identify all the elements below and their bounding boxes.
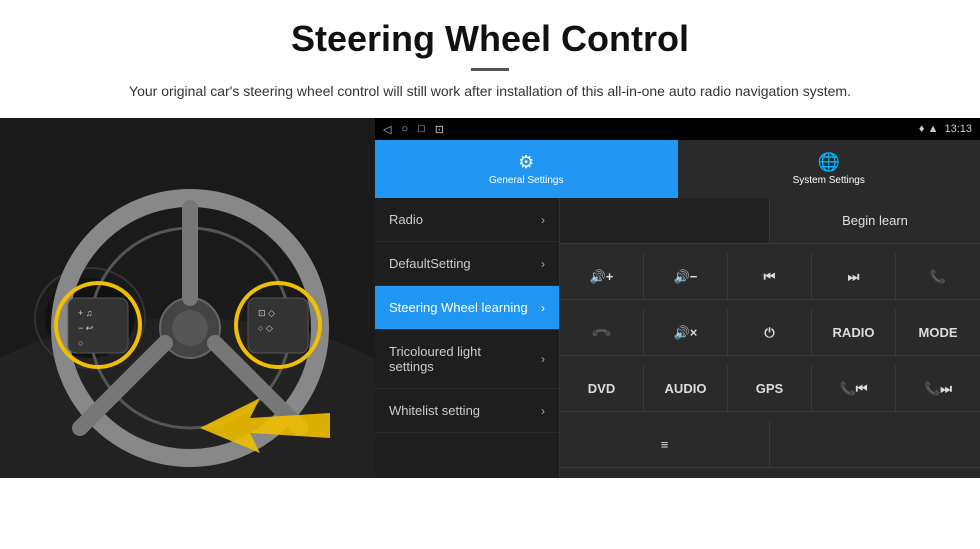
prev-icon: ⏮ [764,269,776,285]
chevron-right-icon: › [541,301,545,315]
recents-icon[interactable]: □ [418,123,425,135]
divider [471,68,509,71]
hangup-button[interactable]: 📞 [560,310,644,355]
back-icon[interactable]: ◁ [383,123,391,136]
tab-system-settings[interactable]: 🌐 System Settings [678,140,980,198]
phone-prev-button[interactable]: 📞⏮ [812,366,896,411]
begin-learn-button[interactable]: Begin learn [770,198,980,243]
settings-main: Radio › DefaultSetting › Steering Wheel … [375,198,980,478]
signal-icon: ♦ ▲ [919,123,939,135]
svg-text:○: ○ [78,338,83,348]
car-image-area: ● + ♫ − ↩ ○ ⊡ ◇ ○ ◇ [0,118,375,478]
tab-general-settings[interactable]: ⚙ General Settings [375,140,678,198]
svg-text:− ↩: − ↩ [78,323,94,333]
call-button[interactable]: 📞 [896,254,980,299]
status-bar-left: ◁ ○ □ ⊡ [383,123,444,136]
control-row-1: Begin learn [560,198,980,244]
status-bar: ◁ ○ □ ⊡ ♦ ▲ 13:13 [375,118,980,140]
right-control-panel: Begin learn 🔊+ 🔊− ⏮ ⏭ [560,198,980,478]
tab-system-label: System Settings [793,175,865,186]
key-input-empty [560,198,770,243]
control-row-5: ≡ [560,422,980,468]
power-icon: ⏻ [764,325,774,341]
dvd-label: DVD [588,381,615,396]
mode-label: MODE [919,325,958,340]
menu-label-default: DefaultSetting [389,256,471,271]
steering-wheel-svg: ● + ♫ − ↩ ○ ⊡ ◇ ○ ◇ [0,118,375,478]
home-icon[interactable]: ○ [401,123,408,135]
control-row-3: 📞 🔊× ⏻ RADIO MODE [560,310,980,356]
audio-label: AUDIO [665,381,707,396]
chevron-right-icon: › [541,257,545,271]
status-bar-right: ♦ ▲ 13:13 [919,123,972,135]
screenshot-icon[interactable]: ⊡ [435,123,444,136]
phone-prev-icon: 📞⏮ [840,381,868,397]
vol-down-icon: 🔊− [674,269,698,285]
menu-item-radio[interactable]: Radio › [375,198,559,242]
gps-button[interactable]: GPS [728,366,812,411]
page-title: Steering Wheel Control [60,18,920,60]
android-panel: ◁ ○ □ ⊡ ♦ ▲ 13:13 ⚙ General Settings 🌐 S… [375,118,980,478]
hangup-icon: 📞 [590,321,613,344]
gear-icon: ⚙ [518,152,534,173]
control-row-4: DVD AUDIO GPS 📞⏮ 📞⏭ [560,366,980,412]
phone-next-button[interactable]: 📞⏭ [896,366,980,411]
radio-button[interactable]: RADIO [812,310,896,355]
control-row-2: 🔊+ 🔊− ⏮ ⏭ 📞 [560,254,980,300]
header: Steering Wheel Control Your original car… [0,0,980,112]
dvd-button[interactable]: DVD [560,366,644,411]
empty-button-5 [770,422,980,467]
svg-text:+ ♫: + ♫ [78,308,93,318]
mute-icon: 🔊× [674,325,698,341]
chevron-right-icon: › [541,404,545,418]
svg-text:○ ◇: ○ ◇ [258,323,273,333]
clock: 13:13 [944,123,972,135]
audio-button[interactable]: AUDIO [644,366,728,411]
menu-item-default-setting[interactable]: DefaultSetting › [375,242,559,286]
left-menu: Radio › DefaultSetting › Steering Wheel … [375,198,560,478]
vol-up-button[interactable]: 🔊+ [560,254,644,299]
vol-down-button[interactable]: 🔊− [644,254,728,299]
menu-label-radio: Radio [389,212,423,227]
menu-label-whitelist: Whitelist setting [389,403,480,418]
menu-icon: ≡ [661,437,669,452]
tab-bar: ⚙ General Settings 🌐 System Settings [375,140,980,198]
menu-label-steering: Steering Wheel learning [389,300,528,315]
next-icon: ⏭ [848,269,860,285]
mode-button[interactable]: MODE [896,310,980,355]
vol-up-icon: 🔊+ [590,269,614,285]
next-track-button[interactable]: ⏭ [812,254,896,299]
tab-general-label: General Settings [489,175,564,186]
power-button[interactable]: ⏻ [728,310,812,355]
chevron-right-icon: › [541,213,545,227]
gps-label: GPS [756,381,783,396]
menu-item-steering-wheel[interactable]: Steering Wheel learning › [375,286,559,330]
globe-icon: 🌐 [818,152,840,173]
phone-next-icon: 📞⏭ [924,381,952,397]
menu-button[interactable]: ≡ [560,422,770,467]
svg-text:⊡ ◇: ⊡ ◇ [258,308,275,318]
phone-icon: 📞 [930,269,946,285]
mute-button[interactable]: 🔊× [644,310,728,355]
header-subtitle: Your original car's steering wheel contr… [60,81,920,102]
chevron-right-icon: › [541,352,545,366]
prev-track-button[interactable]: ⏮ [728,254,812,299]
main-content: ● + ♫ − ↩ ○ ⊡ ◇ ○ ◇ [0,118,980,478]
menu-label-tricoloured: Tricoloured lightsettings [389,344,481,374]
radio-label: RADIO [833,325,875,340]
menu-item-tricoloured[interactable]: Tricoloured lightsettings › [375,330,559,389]
menu-item-whitelist[interactable]: Whitelist setting › [375,389,559,433]
